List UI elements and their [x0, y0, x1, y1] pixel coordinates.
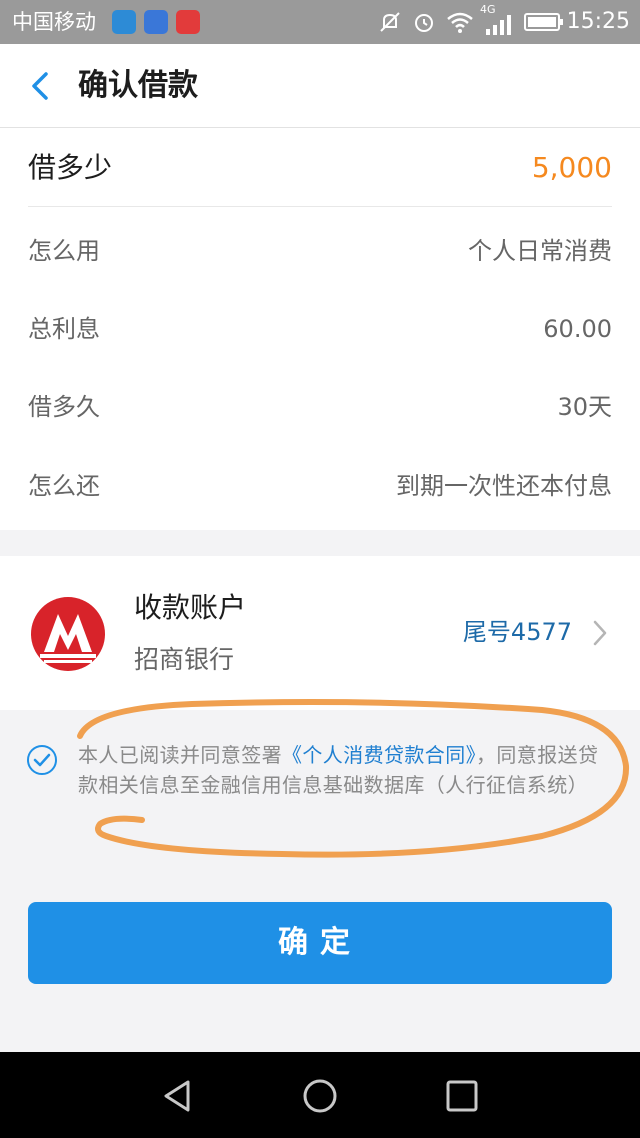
wifi-icon — [447, 12, 473, 33]
loan-term-label: 借多久 — [28, 393, 100, 421]
loan-purpose-row: 怎么用 个人日常消费 — [28, 231, 612, 271]
carrier-name: 中国移动 — [12, 10, 96, 34]
status-time: 15:25 — [566, 9, 630, 34]
agreement-text: 本人已阅读并同意签署《个人消费贷款合同》，同意报送贷款相关信息至金融信用信息基础… — [78, 740, 612, 800]
loan-repayment-value: 到期一次性还本付息 — [396, 472, 612, 500]
app-notification-icon-1 — [112, 10, 136, 34]
alarm-icon — [415, 14, 433, 32]
cmb-bank-logo-icon — [31, 597, 105, 671]
status-bar: 中国移动 4G 15:25 — [0, 0, 640, 44]
app-notification-icon-3 — [176, 10, 200, 34]
chevron-left-icon — [32, 72, 48, 100]
back-button[interactable] — [20, 64, 64, 108]
loan-details-card: 借多少 5,000 怎么用 个人日常消费 总利息 60.00 借多久 30天 怎… — [0, 128, 640, 530]
receiving-account-card[interactable]: 收款账户 招商银行 尾号4577 — [0, 556, 640, 710]
confirm-button[interactable]: 确定 — [28, 902, 612, 984]
loan-contract-link[interactable]: 《个人消费贷款合同》 — [282, 743, 476, 767]
loan-amount-label: 借多少 — [28, 151, 113, 184]
loan-purpose-label: 怎么用 — [28, 237, 100, 265]
mute-icon — [380, 12, 400, 32]
loan-interest-label: 总利息 — [28, 315, 100, 343]
loan-purpose-value: 个人日常消费 — [468, 237, 612, 265]
page-header: 确认借款 — [0, 44, 640, 128]
page-title: 确认借款 — [78, 68, 198, 103]
agreement-checkbox[interactable] — [26, 744, 58, 776]
loan-interest-row: 总利息 60.00 — [28, 309, 612, 349]
system-nav-bar — [0, 1052, 640, 1138]
battery-icon — [524, 13, 563, 31]
loan-repayment-row: 怎么还 到期一次性还本付息 — [28, 466, 612, 506]
nav-home-icon[interactable] — [300, 1076, 340, 1116]
account-title: 收款账户 — [134, 591, 247, 624]
divider — [28, 206, 612, 207]
signal-icon — [486, 15, 511, 35]
chevron-right-icon — [593, 620, 607, 646]
nav-recents-icon[interactable] — [442, 1076, 482, 1116]
loan-term-row: 借多久 30天 — [28, 387, 612, 427]
loan-amount-row: 借多少 5,000 — [28, 148, 612, 188]
loan-repayment-label: 怎么还 — [28, 472, 100, 500]
nav-back-icon[interactable] — [158, 1076, 198, 1116]
account-bank-name: 招商银行 — [134, 645, 235, 674]
alipay-notification-icon — [144, 10, 168, 34]
loan-term-value: 30天 — [557, 393, 612, 421]
loan-amount-value: 5,000 — [531, 151, 612, 184]
agreement-prefix: 本人已阅读并同意签署 — [78, 743, 282, 767]
account-tail-number: 尾号4577 — [462, 618, 572, 646]
agreement-section: 本人已阅读并同意签署《个人消费贷款合同》，同意报送贷款相关信息至金融信用信息基础… — [0, 740, 640, 840]
loan-interest-value: 60.00 — [543, 315, 612, 343]
